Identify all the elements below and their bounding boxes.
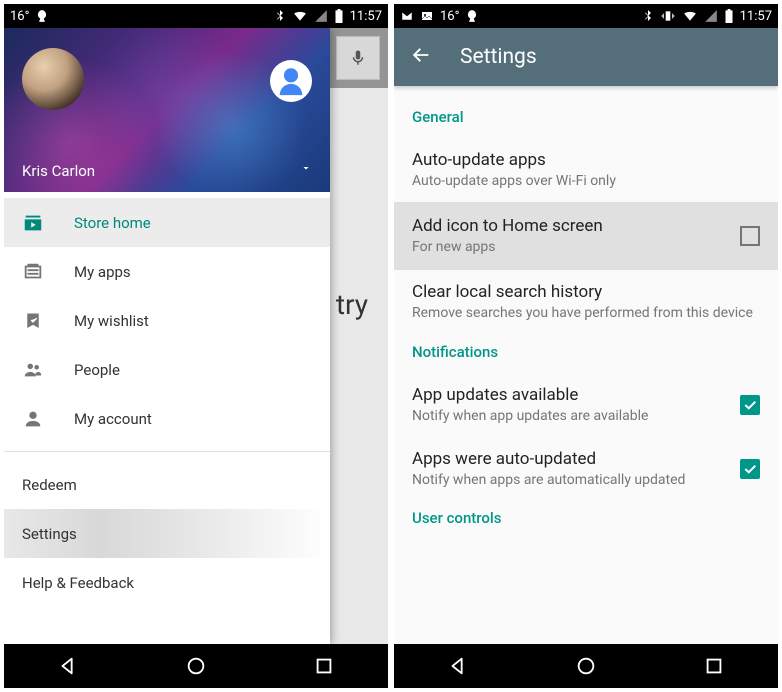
drawer-item-store-home[interactable]: Store home bbox=[4, 198, 330, 247]
apps-icon bbox=[22, 261, 44, 283]
user-name: Kris Carlon bbox=[22, 162, 95, 180]
section-header-user-controls: User controls bbox=[412, 509, 760, 527]
setting-subtitle: Remove searches you have performed from … bbox=[412, 304, 760, 322]
recent-button[interactable] bbox=[703, 655, 725, 677]
drawer-item-label: Settings bbox=[22, 525, 77, 543]
mail-icon bbox=[400, 10, 414, 22]
checkbox-checked[interactable] bbox=[740, 459, 760, 479]
drawer-item-label: Help & Feedback bbox=[22, 574, 134, 592]
drawer-item-settings[interactable]: Settings bbox=[4, 509, 330, 558]
checkbox-unchecked[interactable] bbox=[740, 226, 760, 246]
avatar-secondary[interactable] bbox=[270, 60, 312, 102]
navigation-drawer: Kris Carlon Store home My apps My wishli… bbox=[4, 28, 330, 644]
setting-updates-available[interactable]: App updates available Notify when app up… bbox=[412, 373, 760, 437]
wifi-icon bbox=[682, 9, 698, 23]
eagle-icon bbox=[35, 9, 49, 23]
back-arrow-icon[interactable] bbox=[410, 44, 432, 70]
setting-subtitle: Notify when app updates are available bbox=[412, 407, 728, 425]
setting-clear-history[interactable]: Clear local search history Remove search… bbox=[412, 270, 760, 334]
battery-icon bbox=[724, 9, 734, 23]
image-icon bbox=[420, 10, 434, 22]
section-header-notifications: Notifications bbox=[412, 343, 760, 361]
setting-auto-updated[interactable]: Apps were auto-updated Notify when apps … bbox=[412, 437, 760, 501]
voice-search-button[interactable] bbox=[336, 36, 380, 80]
setting-subtitle: Notify when apps are automatically updat… bbox=[412, 471, 728, 489]
status-time: 11:57 bbox=[350, 9, 382, 24]
main-content: try Kris Carlon Store home M bbox=[4, 28, 388, 644]
wifi-icon bbox=[292, 9, 308, 23]
phone-right: 16° 11:57 Settings General Auto-update a… bbox=[394, 4, 778, 688]
drawer-item-account[interactable]: My account bbox=[4, 394, 330, 443]
cell-icon bbox=[314, 9, 328, 23]
section-header-general: General bbox=[412, 108, 760, 126]
status-time: 11:57 bbox=[740, 9, 772, 24]
setting-add-icon[interactable]: Add icon to Home screen For new apps bbox=[394, 202, 778, 270]
people-icon bbox=[22, 359, 44, 381]
eagle-icon bbox=[465, 9, 479, 23]
drawer-item-label: My account bbox=[74, 410, 152, 428]
settings-list[interactable]: General Auto-update apps Auto-update app… bbox=[394, 86, 778, 539]
drawer-item-wishlist[interactable]: My wishlist bbox=[4, 296, 330, 345]
app-bar: Settings bbox=[394, 28, 778, 86]
account-icon bbox=[22, 408, 44, 430]
status-temp: 16° bbox=[10, 9, 29, 24]
setting-auto-update[interactable]: Auto-update apps Auto-update apps over W… bbox=[412, 138, 760, 202]
vibrate-icon bbox=[660, 9, 676, 23]
setting-title: Auto-update apps bbox=[412, 150, 760, 170]
back-button[interactable] bbox=[447, 655, 469, 677]
recent-button[interactable] bbox=[313, 655, 335, 677]
drawer-item-label: My apps bbox=[74, 263, 131, 281]
drawer-item-label: People bbox=[74, 361, 120, 379]
setting-subtitle: Auto-update apps over Wi-Fi only bbox=[412, 172, 760, 190]
setting-title: Clear local search history bbox=[412, 282, 760, 302]
shop-icon bbox=[22, 212, 44, 234]
account-dropdown-icon[interactable] bbox=[300, 159, 312, 178]
home-button[interactable] bbox=[185, 655, 207, 677]
drawer-item-label: My wishlist bbox=[74, 312, 149, 330]
setting-subtitle: For new apps bbox=[412, 238, 728, 256]
cell-icon bbox=[704, 9, 718, 23]
setting-title: Apps were auto-updated bbox=[412, 449, 728, 469]
status-bar: 16° 11:57 bbox=[394, 4, 778, 28]
drawer-item-people[interactable]: People bbox=[4, 345, 330, 394]
home-button[interactable] bbox=[575, 655, 597, 677]
android-nav-bar bbox=[394, 644, 778, 688]
background-text: try bbox=[336, 288, 368, 321]
drawer-item-label: Store home bbox=[74, 214, 151, 232]
bluetooth-icon bbox=[274, 9, 286, 23]
bluetooth-icon bbox=[642, 9, 654, 23]
drawer-item-redeem[interactable]: Redeem bbox=[4, 460, 330, 509]
setting-title: App updates available bbox=[412, 385, 728, 405]
checkbox-checked[interactable] bbox=[740, 395, 760, 415]
avatar[interactable] bbox=[22, 48, 84, 110]
drawer-list: Store home My apps My wishlist People My… bbox=[4, 192, 330, 607]
status-bar: 16° 11:57 bbox=[4, 4, 388, 28]
divider bbox=[4, 451, 330, 452]
battery-icon bbox=[334, 9, 344, 23]
drawer-header: Kris Carlon bbox=[4, 28, 330, 192]
drawer-item-label: Redeem bbox=[22, 476, 77, 494]
setting-title: Add icon to Home screen bbox=[412, 216, 728, 236]
drawer-item-help[interactable]: Help & Feedback bbox=[4, 558, 330, 607]
android-nav-bar bbox=[4, 644, 388, 688]
bookmark-icon bbox=[22, 310, 44, 332]
drawer-item-my-apps[interactable]: My apps bbox=[4, 247, 330, 296]
phone-left: 16° 11:57 try Kris Carlon bbox=[4, 4, 388, 688]
back-button[interactable] bbox=[57, 655, 79, 677]
page-title: Settings bbox=[460, 45, 537, 69]
settings-screen: Settings General Auto-update apps Auto-u… bbox=[394, 28, 778, 644]
status-temp: 16° bbox=[440, 9, 459, 24]
